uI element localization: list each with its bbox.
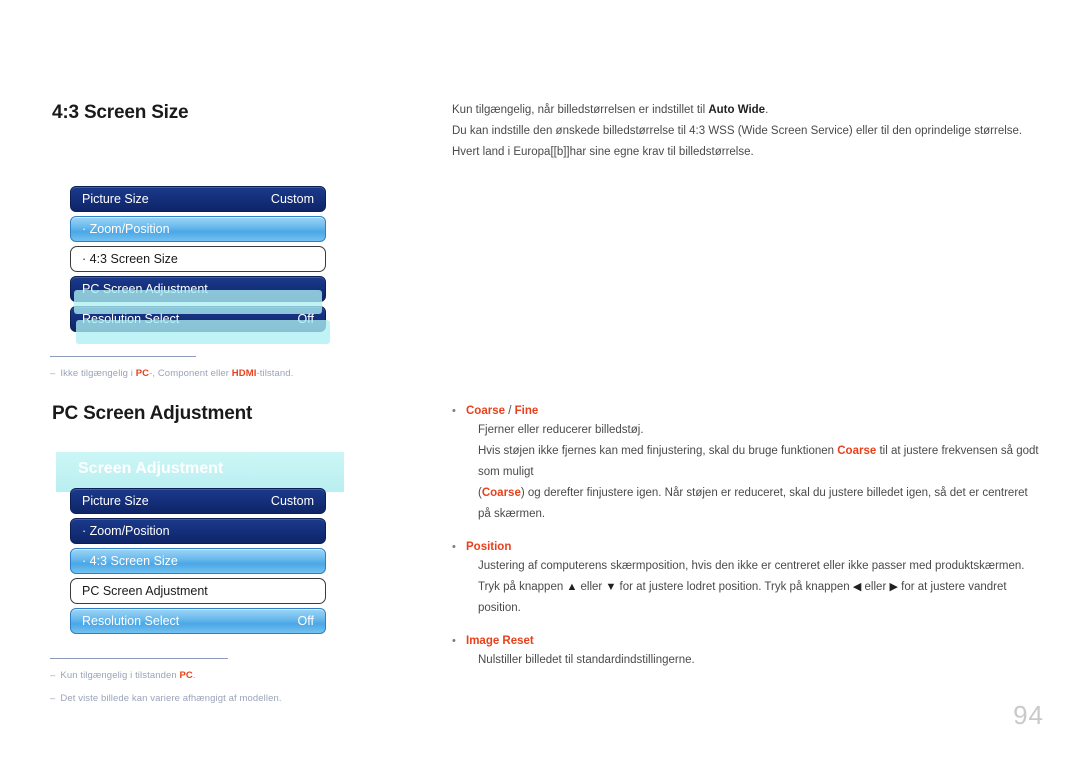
footnote-dash-3: – (50, 693, 56, 704)
osd-menu-picture-size-2: Picture Size Custom · Zoom/Position · 4:3 S… (70, 488, 326, 638)
osd-row-label: Picture Size (82, 191, 149, 206)
footnote-model-variation: – Det viste billede kan variere afhængigt… (50, 693, 282, 704)
footnote-3-text: Det viste billede kan variere afhængigt … (60, 693, 282, 704)
page-title-pc-screen-adjustment: PC Screen Adjustment (52, 403, 253, 424)
manual-page: 4:3 Screen Size Kun tilgængelig, når bil… (0, 0, 1080, 763)
inline-text: Nulstiller billedet til standardindstill… (478, 654, 695, 666)
feature-item: • Position Justering af computerens skærmp… (452, 539, 1042, 619)
feature-title-alt: Fine (514, 405, 539, 417)
feature-description-list: • Coarse / Fine Fjerner eller reducerer bi… (452, 403, 1042, 685)
intro-line-3: Hvert land i Europa[[b]]har sine egne kr… (452, 146, 754, 158)
osd-row[interactable]: · Zoom/Position (70, 518, 326, 544)
intro-line-1: Kun tilgængelig, når billedstørrelsen er… (452, 100, 1037, 121)
footnote-availability-2: – Kun tilgængelig i tilstanden PC. (50, 670, 196, 681)
osd-row-label: Resolution Select (82, 613, 180, 628)
direction-arrow-icon: ▼ (605, 581, 617, 593)
osd-row-label: · 4:3 Screen Size (82, 251, 178, 266)
feature-item-text: Justering af computerens skærmposition, … (478, 556, 1042, 577)
feature-item-header: • Coarse / Fine (452, 403, 1042, 420)
bullet-dot-icon: • (452, 405, 456, 417)
screen-adjustment-panel: Screen Adjustment (56, 452, 344, 492)
osd-row[interactable]: · 4:3 Screen Size (70, 548, 326, 574)
page-number: 94 (1013, 700, 1044, 730)
footnote-2-hot-pc: PC (179, 670, 193, 681)
inline-text: Hvis støjen ikke fjernes kan med finjust… (478, 445, 838, 457)
feature-item: • Image Reset Nulstiller billedet til stan… (452, 633, 1042, 671)
osd-menu-picture-size-1: Picture Size Custom · Zoom/Position · 4:3 S… (70, 186, 330, 344)
feature-item-title: Coarse / Fine (466, 403, 538, 420)
footnote-divider-2 (50, 658, 228, 659)
osd-row[interactable]: PC Screen Adjustment (70, 578, 326, 604)
inline-text: Fjerner eller reducerer billedstøj. (478, 424, 644, 436)
osd-row-value: Custom (270, 493, 314, 508)
osd-row[interactable]: · 4:3 Screen Size (70, 246, 326, 272)
intro-paragraph: Kun tilgængelig, når billedstørrelsen er… (452, 100, 1037, 163)
osd-row-label: PC Screen Adjustment (82, 583, 208, 598)
intro-line-1-bold: Auto Wide (708, 104, 766, 116)
feature-item-title: Image Reset (466, 633, 534, 650)
feature-title-main: Coarse (466, 405, 505, 417)
inline-text: eller (577, 581, 606, 593)
osd-row[interactable]: · Zoom/Position (70, 216, 326, 242)
screen-adjustment-panel-title: Screen Adjustment (78, 460, 224, 477)
inline-text: for at justere lodret position. Tryk på … (616, 581, 853, 593)
inline-text: eller (861, 581, 890, 593)
feature-item-text: Nulstiller billedet til standardindstill… (478, 650, 1042, 671)
footnote-1-post: -tilstand. (256, 368, 294, 379)
feature-item-text: (Coarse) og derefter finjustere igen. Nå… (478, 483, 1042, 525)
feature-title-main: Image Reset (466, 635, 534, 647)
osd-row-label: PC Screen Adjustment (82, 281, 208, 296)
intro-line-1-post: . (765, 104, 769, 116)
feature-item-text: Fjerner eller reducerer billedstøj. (478, 420, 1042, 441)
osd-row-value: Custom (270, 191, 314, 206)
footnote-availability-1: – Ikke tilgængelig i PC-, Component eller… (50, 368, 293, 379)
osd-row-label: Resolution Select (82, 311, 180, 326)
feature-item: • Coarse / Fine Fjerner eller reducerer bi… (452, 403, 1042, 525)
intro-line-2: Du kan indstille den ønskede billedstørr… (452, 125, 1023, 137)
inline-text: Justering af computerens skærmposition, … (478, 560, 1025, 572)
osd-row[interactable]: Resolution Select Off (70, 608, 326, 634)
osd-row[interactable]: PC Screen Adjustment (70, 276, 326, 302)
footnote-2-pre: Kun tilgængelig i tilstanden (60, 670, 180, 681)
osd-row[interactable]: Picture Size Custom (70, 488, 326, 514)
footnote-1-pre: Ikke tilgængelig i (60, 368, 136, 379)
feature-title-main: Position (466, 541, 512, 553)
feature-title-separator: / (505, 405, 515, 417)
osd-row-value: Off (297, 311, 314, 326)
direction-arrow-icon: ▲ (566, 581, 578, 593)
page-title-43-screen-size: 4:3 Screen Size (52, 102, 189, 123)
feature-item-title: Position (466, 539, 511, 556)
footnote-2-post: . (192, 670, 196, 681)
osd-row[interactable]: Resolution Select Off (70, 306, 326, 332)
bullet-dot-icon: • (452, 541, 456, 553)
footnote-1-mid: -, Component eller (149, 368, 232, 379)
osd-row-label: Picture Size (82, 493, 149, 508)
osd-row-label: · 4:3 Screen Size (82, 553, 178, 568)
feature-item-header: • Image Reset (452, 633, 1042, 650)
osd-row-value: Off (297, 613, 314, 628)
bullet-dot-icon: • (452, 635, 456, 647)
feature-item-header: • Position (452, 539, 1042, 556)
intro-line-1-pre: Kun tilgængelig, når billedstørrelsen er… (452, 104, 709, 116)
footnote-divider-1 (50, 356, 196, 357)
footnote-dash-2: – (50, 670, 56, 681)
osd-row[interactable]: Picture Size Custom (70, 186, 326, 212)
feature-item-text: Hvis støjen ikke fjernes kan med finjust… (478, 441, 1042, 483)
footnote-dash-1: – (50, 368, 56, 379)
inline-keyword: Coarse (481, 487, 521, 499)
footnote-1-hot-pc: PC (135, 368, 150, 379)
inline-text: Tryk på knappen (478, 581, 567, 593)
feature-item-text: Tryk på knappen ▲ eller ▼ for at justere… (478, 577, 1042, 619)
osd-row-label: · Zoom/Position (82, 523, 170, 538)
osd-row-label: · Zoom/Position (82, 221, 170, 236)
inline-keyword: Coarse (837, 445, 877, 457)
direction-arrow-icon: ▶ (889, 581, 898, 593)
inline-text: ) og derefter finjustere igen. Når støje… (478, 487, 1028, 520)
footnote-1-hot-hdmi: HDMI (231, 368, 257, 379)
